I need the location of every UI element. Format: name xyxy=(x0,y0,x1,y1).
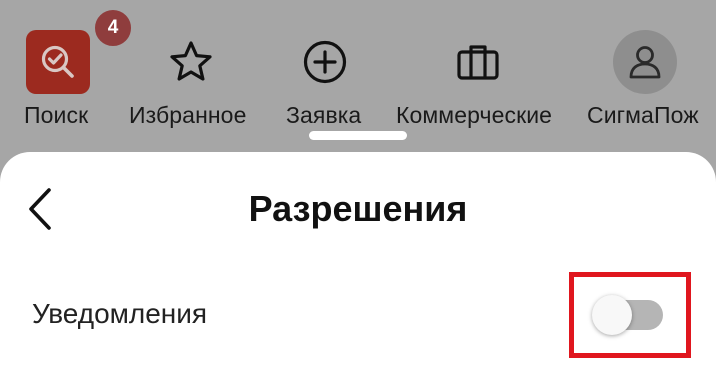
tab-commercial[interactable]: Коммерческие xyxy=(396,0,552,140)
notification-badge: 4 xyxy=(92,7,134,49)
tab-profile[interactable]: СигмаПож xyxy=(587,0,699,140)
tab-request[interactable]: Заявка xyxy=(286,0,361,140)
toggle-knob xyxy=(592,295,632,335)
sheet-grabber[interactable] xyxy=(309,131,407,140)
search-icon xyxy=(41,45,74,78)
user-icon xyxy=(629,46,661,79)
star-icon xyxy=(170,41,212,81)
avatar xyxy=(613,30,677,94)
plus-circle-icon xyxy=(303,40,347,84)
tab-favorites[interactable]: Избранное xyxy=(129,0,246,140)
search-tile xyxy=(26,30,90,94)
tab-request-label: Заявка xyxy=(286,102,362,128)
tab-search[interactable]: 4 Поиск xyxy=(24,0,134,140)
permissions-sheet: Разрешения Уведомления xyxy=(0,152,716,382)
tab-favorites-label: Избранное xyxy=(129,102,247,128)
tab-commercial-label: Коммерческие xyxy=(396,102,553,128)
notifications-toggle[interactable] xyxy=(592,295,663,335)
briefcase-icon xyxy=(457,45,499,80)
tab-profile-label: СигмаПож xyxy=(587,102,699,128)
page-title: Разрешения xyxy=(248,188,468,229)
bottom-tab-bar: 4 Поиск Избранное Заявка Коммерческие Си… xyxy=(0,0,716,152)
tab-search-label: Поиск xyxy=(24,102,89,128)
setting-label-notifications: Уведомления xyxy=(32,298,208,329)
